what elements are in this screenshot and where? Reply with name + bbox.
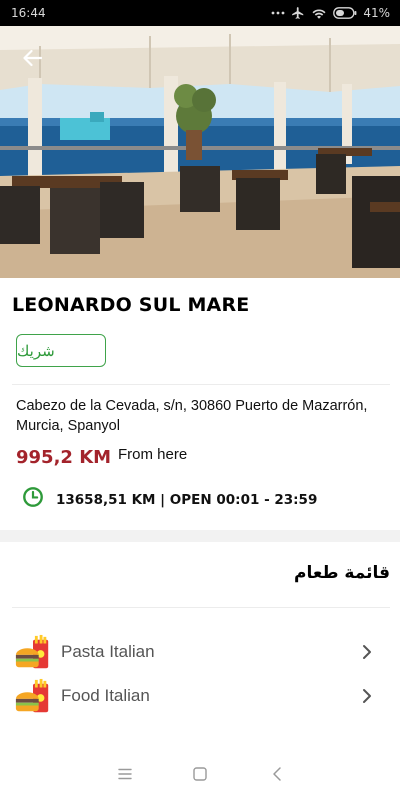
distance-suffix: From here bbox=[118, 446, 188, 463]
arrow-left-icon bbox=[23, 49, 42, 67]
menu-nav-button[interactable] bbox=[112, 762, 138, 786]
clock-icon bbox=[23, 487, 43, 507]
menu-list: Pasta Italian Food Italian bbox=[0, 630, 400, 718]
chevron-right-icon bbox=[363, 645, 371, 659]
back-nav-button[interactable] bbox=[264, 762, 290, 786]
battery-percent: 41% bbox=[363, 6, 390, 20]
airplane-icon bbox=[292, 7, 304, 19]
triangle-back-icon bbox=[273, 767, 281, 781]
distance-value: 995,2 KM bbox=[16, 447, 112, 468]
status-time: 16:44 bbox=[11, 6, 46, 20]
chevron-right-icon bbox=[363, 689, 371, 703]
menu-item-food-italian[interactable]: Food Italian bbox=[0, 674, 400, 718]
status-bar: 16:44 41% bbox=[0, 0, 400, 26]
menu-item-label: Pasta Italian bbox=[61, 642, 155, 661]
square-icon bbox=[193, 767, 207, 781]
restaurant-photo bbox=[0, 26, 400, 278]
back-button[interactable] bbox=[18, 44, 46, 72]
status-icons: 41% bbox=[271, 6, 390, 20]
wifi-icon bbox=[312, 8, 326, 19]
divider bbox=[12, 384, 390, 385]
opening-hours: 13658,51 KM | OPEN 00:01 - 23:59 bbox=[56, 492, 318, 508]
hamburger-icon bbox=[118, 768, 132, 780]
menu-heading: قائمة طعام bbox=[294, 563, 390, 583]
restaurant-name: LEONARDO SUL MARE bbox=[12, 294, 250, 316]
home-nav-button[interactable] bbox=[187, 762, 213, 786]
restaurant-address: Cabezo de la Cevada, s/n, 30860 Puerto d… bbox=[16, 398, 368, 434]
fast-food-icon bbox=[15, 678, 49, 713]
divider bbox=[12, 607, 390, 608]
more-dots-icon bbox=[271, 11, 285, 15]
battery-icon bbox=[333, 7, 357, 19]
partner-tag: شريك bbox=[16, 334, 106, 367]
section-separator bbox=[0, 530, 400, 542]
menu-item-label: Food Italian bbox=[61, 686, 150, 705]
fast-food-icon bbox=[15, 634, 49, 669]
menu-item-pasta-italian[interactable]: Pasta Italian bbox=[0, 630, 400, 674]
